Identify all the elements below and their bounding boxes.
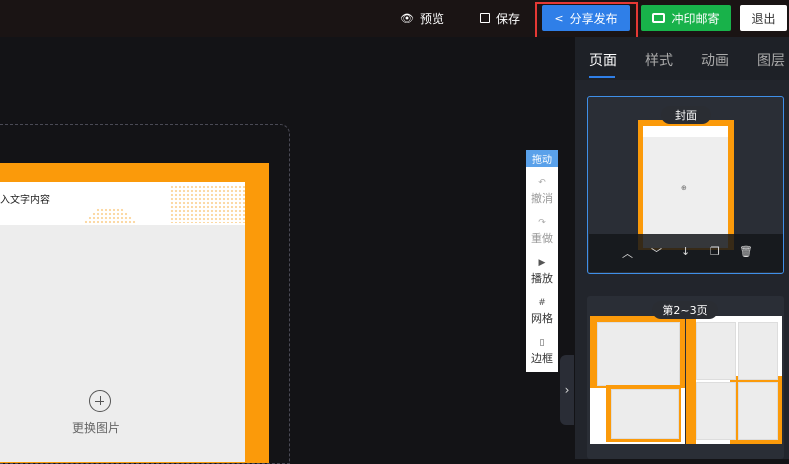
move-down-icon[interactable]: ﹀ (651, 245, 662, 261)
spread-orange-strip (686, 316, 696, 444)
grid-button[interactable]: # 网格 (526, 296, 558, 326)
tab-animation[interactable]: 动画 (701, 50, 729, 70)
spread-photo-2 (611, 389, 679, 439)
play-button[interactable]: ▶ 播放 (526, 256, 558, 286)
add-image-icon[interactable] (89, 390, 111, 412)
save-button[interactable]: 保存 (474, 5, 526, 31)
border-label: 边框 (531, 352, 553, 365)
spread-photo-5 (696, 382, 736, 440)
cover-thumbnail-photo (643, 137, 728, 248)
border-button[interactable]: ▯ 边框 (526, 336, 558, 366)
chevron-right-icon: › (564, 383, 570, 397)
tab-layers[interactable]: 图层 (757, 50, 785, 70)
border-icon: ▯ (539, 338, 545, 348)
thumb-plus-icon: ⊕ (681, 184, 687, 192)
page-text-box[interactable]: 入文字内容 (0, 191, 50, 206)
play-label: 播放 (531, 272, 553, 285)
spread-photo-1 (597, 322, 680, 386)
share-label: 分享发布 (569, 11, 618, 26)
play-icon: ▶ (538, 258, 546, 268)
preview-button[interactable]: 👁 预览 (396, 5, 448, 31)
redo-icon: ↷ (538, 218, 546, 228)
undo-icon: ↶ (538, 178, 546, 188)
spread-photo-4 (738, 322, 778, 380)
eye-icon: 👁 (400, 11, 414, 25)
copy-icon[interactable]: ❐ (710, 245, 720, 258)
print-mail-button[interactable]: 冲印邮寄 (641, 5, 731, 31)
panel-collapse-toggle[interactable]: › (560, 355, 574, 425)
print-label: 冲印邮寄 (671, 11, 720, 26)
save-label: 保存 (495, 11, 520, 26)
arrow-down-icon[interactable]: ↓ (681, 245, 690, 258)
grid-label: 网格 (531, 312, 553, 325)
redo-button[interactable]: ↷ 重做 (526, 216, 558, 246)
printer-icon (652, 13, 666, 23)
share-icon: < (554, 11, 564, 25)
cover-card-label: 封面 (661, 106, 711, 124)
redo-label: 重做 (531, 232, 553, 245)
dot-pattern-decoration (170, 185, 245, 223)
photo-placeholder[interactable] (0, 225, 245, 462)
undo-label: 撤消 (531, 192, 553, 205)
save-icon (479, 13, 490, 23)
logout-label: 退出 (751, 11, 776, 26)
grid-icon: # (538, 298, 546, 308)
drag-handle[interactable]: 拖动 (526, 150, 558, 167)
tab-style[interactable]: 样式 (645, 50, 673, 70)
undo-button[interactable]: ↶ 撤消 (526, 176, 558, 206)
tab-page[interactable]: 页面 (589, 50, 617, 70)
trash-icon[interactable]: 🗑 (739, 245, 753, 258)
preview-label: 预览 (419, 11, 444, 26)
share-publish-button[interactable]: < 分享发布 (542, 5, 630, 31)
spread-photo-3 (696, 322, 736, 380)
replace-image-label[interactable]: 更换图片 (72, 419, 120, 436)
spread-card-label: 第2~3页 (652, 301, 718, 319)
logout-button[interactable]: 退出 (740, 5, 787, 31)
spread-photo-6 (738, 382, 778, 440)
move-up-icon[interactable]: ︿ (622, 245, 633, 261)
active-tab-indicator (589, 76, 615, 78)
